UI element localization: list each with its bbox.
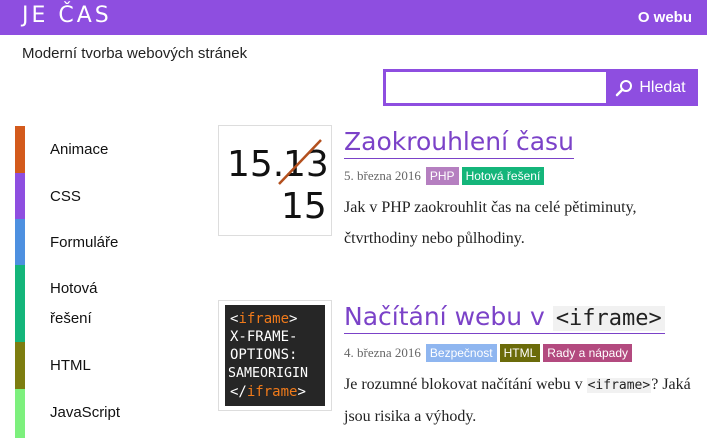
site-logo[interactable]: JE ČAS bbox=[22, 3, 112, 28]
article-date: 4. března 2016 bbox=[344, 345, 421, 360]
tag-rady-a-napady[interactable]: Rady a nápady bbox=[543, 344, 633, 362]
nav-item-javascript[interactable]: JavaScript bbox=[15, 389, 205, 438]
svg-text:15: 15 bbox=[281, 186, 327, 227]
nav-item-html[interactable]: HTML bbox=[15, 342, 205, 389]
article-description: Je rozumné blokovat načítání webu v <ifr… bbox=[344, 376, 691, 425]
article-description: Jak v PHP zaokrouhlit čas na celé pětimi… bbox=[344, 199, 637, 247]
search-button[interactable]: Hledat bbox=[606, 72, 695, 103]
tag-hotova-reseni[interactable]: Hotová řešení bbox=[461, 167, 545, 185]
svg-text:15.: 15. bbox=[227, 144, 284, 185]
nav-item-label: Animace bbox=[50, 141, 109, 158]
svg-text:SAMEORIGIN: SAMEORIGIN bbox=[228, 366, 308, 381]
search-form: Hledat bbox=[383, 69, 698, 106]
svg-text:OPTIONS:: OPTIONS: bbox=[230, 347, 297, 363]
magnifier-icon bbox=[616, 79, 633, 96]
tag-bezpecnost[interactable]: Bezpečnost bbox=[425, 344, 497, 362]
nav-item-label: JavaScript bbox=[50, 404, 121, 421]
svg-text:13: 13 bbox=[283, 144, 329, 185]
category-color-bar bbox=[15, 173, 25, 219]
category-color-bar bbox=[15, 219, 25, 265]
article-date: 5. března 2016 bbox=[344, 168, 421, 183]
nav-item-label: Formuláře bbox=[50, 234, 119, 251]
category-color-bar bbox=[15, 389, 25, 438]
article-thumbnail[interactable]: 15. 13 15 bbox=[218, 125, 332, 236]
nav-item-label: Hotová řešení bbox=[50, 280, 98, 327]
svg-text:</iframe>: </iframe> bbox=[230, 384, 306, 400]
article-meta: 4. března 2016 Bezpečnost HTML Rady a ná… bbox=[344, 344, 633, 362]
top-bar: JE ČAS O webu bbox=[0, 0, 707, 35]
tag-html[interactable]: HTML bbox=[499, 344, 541, 362]
search-button-label: Hledat bbox=[639, 78, 686, 96]
search-input[interactable] bbox=[386, 72, 606, 103]
svg-text:<iframe>: <iframe> bbox=[230, 311, 297, 327]
article-title-link[interactable]: Zaokrouhlení času bbox=[344, 127, 574, 159]
nav-item-formulare[interactable]: Formuláře bbox=[15, 219, 205, 265]
site-tagline: Moderní tvorba webových stránek bbox=[22, 45, 248, 62]
nav-item-label: CSS bbox=[50, 188, 81, 205]
tag-php[interactable]: PHP bbox=[425, 167, 459, 185]
nav-item-css[interactable]: CSS bbox=[15, 173, 205, 219]
nav-item-hotova-reseni[interactable]: Hotová řešení bbox=[15, 265, 205, 342]
nav-item-label: HTML bbox=[50, 357, 91, 374]
article-thumbnail[interactable]: <iframe> X-FRAME- OPTIONS: SAMEORIGIN </… bbox=[218, 300, 332, 411]
category-color-bar bbox=[15, 265, 25, 342]
category-color-bar bbox=[15, 342, 25, 389]
article-meta: 5. března 2016 PHP Hotová řešení bbox=[344, 167, 545, 185]
category-color-bar bbox=[15, 126, 25, 173]
iframe-code: <iframe> bbox=[552, 306, 665, 331]
svg-text:X-FRAME-: X-FRAME- bbox=[230, 329, 297, 345]
category-nav: Animace CSS Formuláře Hotová řešení HTML… bbox=[15, 126, 205, 438]
article-title-link[interactable]: Načítání webu v <iframe> bbox=[344, 302, 665, 334]
about-link[interactable]: O webu bbox=[638, 9, 692, 26]
nav-item-animace[interactable]: Animace bbox=[15, 126, 205, 173]
